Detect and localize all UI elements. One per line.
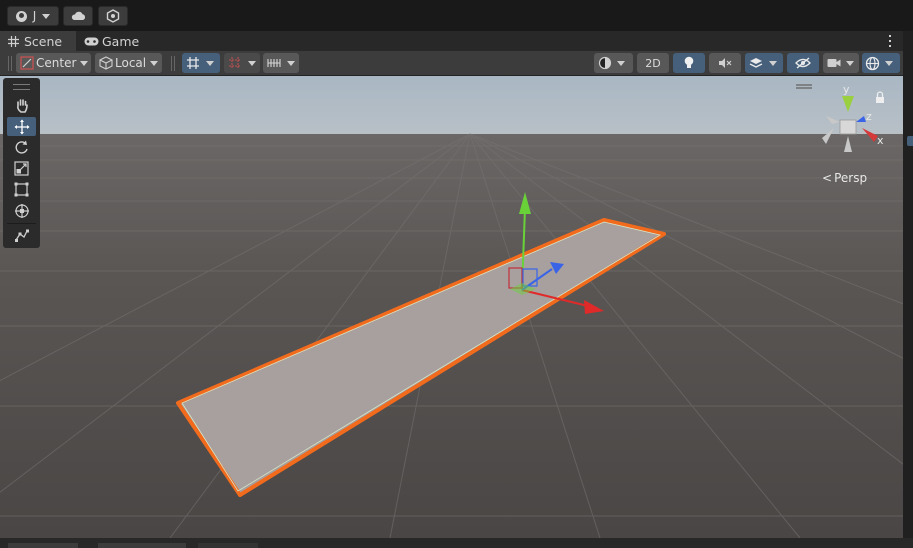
bottom-tab-1[interactable] bbox=[8, 543, 78, 548]
top-bar: J bbox=[0, 0, 913, 31]
grid-snap-button[interactable] bbox=[182, 53, 220, 73]
tools-divider bbox=[7, 223, 36, 224]
account-initial: J bbox=[32, 9, 37, 23]
2d-mode-button[interactable]: 2D bbox=[637, 53, 669, 73]
pivot-mode-label: Center bbox=[36, 56, 77, 70]
bottom-tab-2[interactable] bbox=[98, 543, 186, 548]
transform-tool[interactable] bbox=[7, 201, 36, 220]
cloud-button[interactable] bbox=[63, 6, 93, 26]
sky bbox=[0, 76, 903, 134]
lightbulb-icon bbox=[684, 56, 694, 68]
gizmos-dropdown[interactable] bbox=[862, 53, 900, 73]
hand-icon bbox=[16, 99, 28, 113]
increment-snapping-dropdown[interactable] bbox=[263, 53, 299, 73]
audio-mute-icon bbox=[719, 58, 732, 68]
lighting-toggle[interactable] bbox=[673, 53, 705, 73]
2d-mode-label: 2D bbox=[645, 56, 661, 70]
camera-icon bbox=[827, 59, 841, 67]
account-icon bbox=[15, 10, 27, 22]
hand-tool[interactable] bbox=[7, 96, 36, 115]
gizmo-z-label: z bbox=[866, 110, 872, 123]
ruler-icon bbox=[267, 59, 281, 67]
bottom-panel-tabs bbox=[0, 538, 913, 548]
grid-icon bbox=[8, 35, 19, 47]
gizmo-y-label: y bbox=[843, 83, 850, 96]
shading-mode-dropdown[interactable] bbox=[594, 53, 633, 73]
scene-visibility-toggle[interactable] bbox=[787, 53, 819, 73]
panel-scroll-indicator-icon bbox=[907, 136, 913, 146]
scale-icon bbox=[14, 161, 29, 176]
tools-overlay bbox=[3, 78, 40, 248]
toolbar-grip bbox=[8, 56, 12, 71]
rect-icon bbox=[14, 182, 29, 197]
gizmos-globe-icon bbox=[865, 56, 880, 70]
scene-toolbar: Center Local 2D bbox=[0, 51, 903, 76]
tab-game[interactable]: Game bbox=[80, 31, 144, 51]
snap-increment-icon bbox=[229, 57, 241, 69]
perspective-icon: < bbox=[822, 171, 833, 185]
chevron-down-icon bbox=[150, 60, 159, 66]
rect-tool[interactable] bbox=[7, 180, 36, 199]
custom-tool[interactable] bbox=[7, 225, 36, 244]
pivot-center-icon bbox=[20, 56, 34, 70]
snap-increment-button[interactable] bbox=[224, 53, 260, 73]
gizmo-x-label: x bbox=[877, 134, 884, 147]
shading-sphere-icon bbox=[598, 56, 612, 70]
chevron-down-icon bbox=[42, 13, 51, 19]
rotate-tool[interactable] bbox=[7, 138, 36, 157]
tools-overlay-handle[interactable] bbox=[13, 84, 30, 90]
chevron-down-icon bbox=[617, 60, 625, 66]
chevron-down-icon bbox=[248, 60, 256, 66]
tab-scene[interactable]: Scene bbox=[0, 31, 76, 51]
chevron-down-icon bbox=[206, 60, 214, 66]
gizmo-center-cube[interactable] bbox=[839, 119, 857, 135]
right-panel-edge bbox=[903, 31, 913, 538]
transform-icon bbox=[14, 203, 29, 218]
scene-canvas[interactable] bbox=[0, 76, 903, 538]
pivot-space-dropdown[interactable]: Local bbox=[95, 53, 162, 73]
tab-scene-label: Scene bbox=[24, 33, 63, 49]
camera-settings-dropdown[interactable] bbox=[823, 53, 859, 73]
chevron-down-icon bbox=[885, 60, 893, 66]
layers-icon bbox=[749, 58, 763, 68]
chevron-down-icon bbox=[80, 60, 89, 66]
projection-toggle[interactable]: < Persp bbox=[822, 171, 867, 185]
services-button[interactable] bbox=[98, 6, 128, 26]
grid-snap-icon bbox=[187, 57, 199, 69]
scene-viewport[interactable]: y z x < Persp bbox=[0, 76, 903, 538]
move-tool[interactable] bbox=[7, 117, 36, 136]
custom-tool-icon bbox=[14, 229, 29, 242]
chevron-down-icon bbox=[287, 60, 295, 66]
tab-game-label: Game bbox=[102, 33, 140, 49]
services-icon bbox=[106, 9, 120, 23]
tab-bar: Scene Game bbox=[0, 31, 903, 51]
scale-tool[interactable] bbox=[7, 159, 36, 178]
local-space-icon bbox=[99, 56, 113, 70]
pivot-mode-dropdown[interactable]: Center bbox=[16, 53, 91, 73]
bottom-tab-3[interactable] bbox=[198, 543, 258, 548]
effects-dropdown[interactable] bbox=[745, 53, 783, 73]
projection-label: Persp bbox=[834, 171, 868, 185]
move-icon bbox=[14, 119, 29, 134]
cloud-icon bbox=[71, 11, 86, 20]
gamepad-icon bbox=[84, 37, 99, 45]
hidden-eye-icon bbox=[795, 57, 811, 69]
chevron-down-icon bbox=[769, 60, 777, 66]
chevron-down-icon bbox=[846, 60, 854, 66]
account-dropdown[interactable]: J bbox=[7, 6, 59, 26]
pivot-space-label: Local bbox=[115, 56, 147, 70]
toolbar-separator bbox=[171, 56, 175, 71]
rotate-icon bbox=[15, 140, 28, 154]
more-options-icon[interactable] bbox=[884, 34, 896, 48]
audio-toggle[interactable] bbox=[709, 53, 741, 73]
